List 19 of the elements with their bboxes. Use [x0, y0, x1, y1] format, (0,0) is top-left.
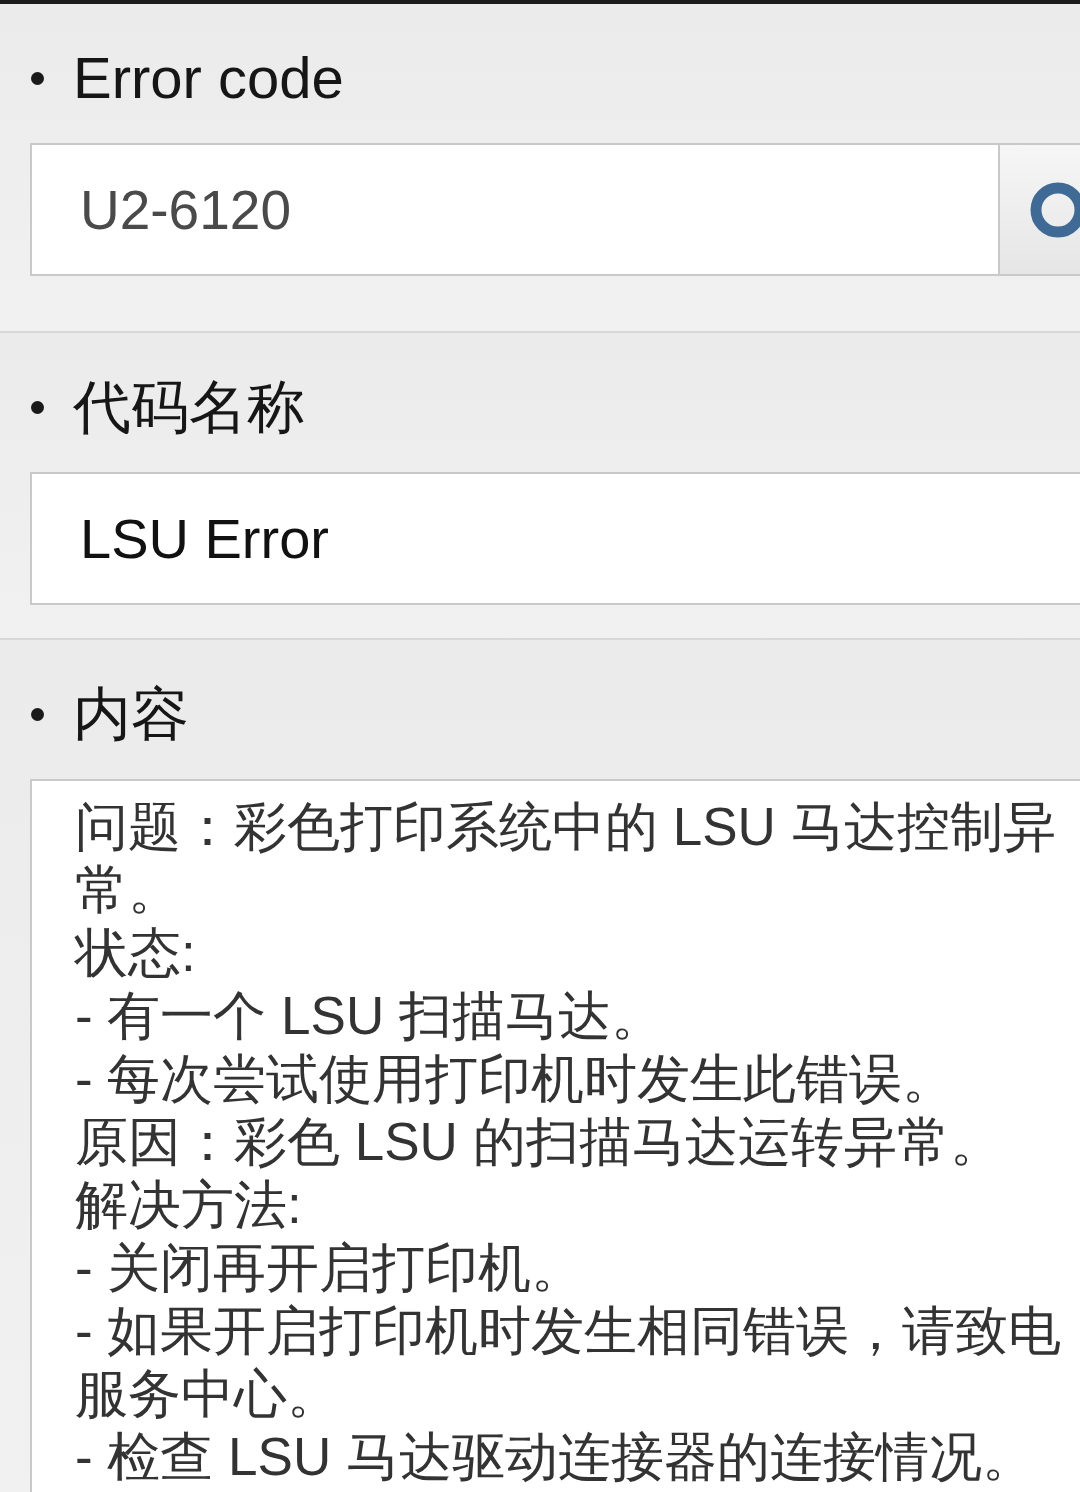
text-line: - 如果开启打印机时发生相同错误，请致电服务中心。 [75, 1300, 1063, 1425]
field-label: 代码名称 [73, 373, 305, 441]
bullet-icon [31, 707, 44, 721]
text-area[interactable]: 问题：彩色打印系统中的 LSU 马达控制异常。 状态: - 有一个 LSU 扫描马达。 - 每次尝试使用打印机时发生此错误。 原因：彩色 LSU 的扫描马达运转异常。 解决方法: - 关闭再开启打印机。 - 如果开启打印机时发生相同错误，请致电服务中心。 - 检查 LSU 马达驱动连接器的连接情况。 [30, 779, 1080, 1492]
text-line: - 每次尝试使用打印机时发生此错误。 [75, 1048, 957, 1110]
text-line: 状态: [75, 922, 197, 984]
input-field[interactable]: LSU Error [30, 472, 1080, 605]
input-field[interactable]: U2-6120 [30, 143, 1000, 276]
field-label: Error code [73, 44, 344, 112]
search-button[interactable] [1000, 143, 1080, 276]
text-line: 原因：彩色 LSU 的扫描马达运转异常。 [75, 1111, 1004, 1173]
text-line: - 有一个 LSU 扫描马达。 [75, 985, 665, 1047]
text-line: - 检查 LSU 马达驱动连接器的连接情况。 [75, 1426, 1036, 1488]
text-line: 问题：彩色打印系统中的 LSU 马达控制异常。 [75, 796, 1057, 921]
bullet-icon [31, 400, 44, 414]
field-label: 内容 [73, 680, 189, 748]
text-line: 解决方法: [75, 1174, 303, 1236]
bullet-icon [31, 71, 44, 85]
text-line: - 关闭再开启打印机。 [75, 1237, 586, 1299]
